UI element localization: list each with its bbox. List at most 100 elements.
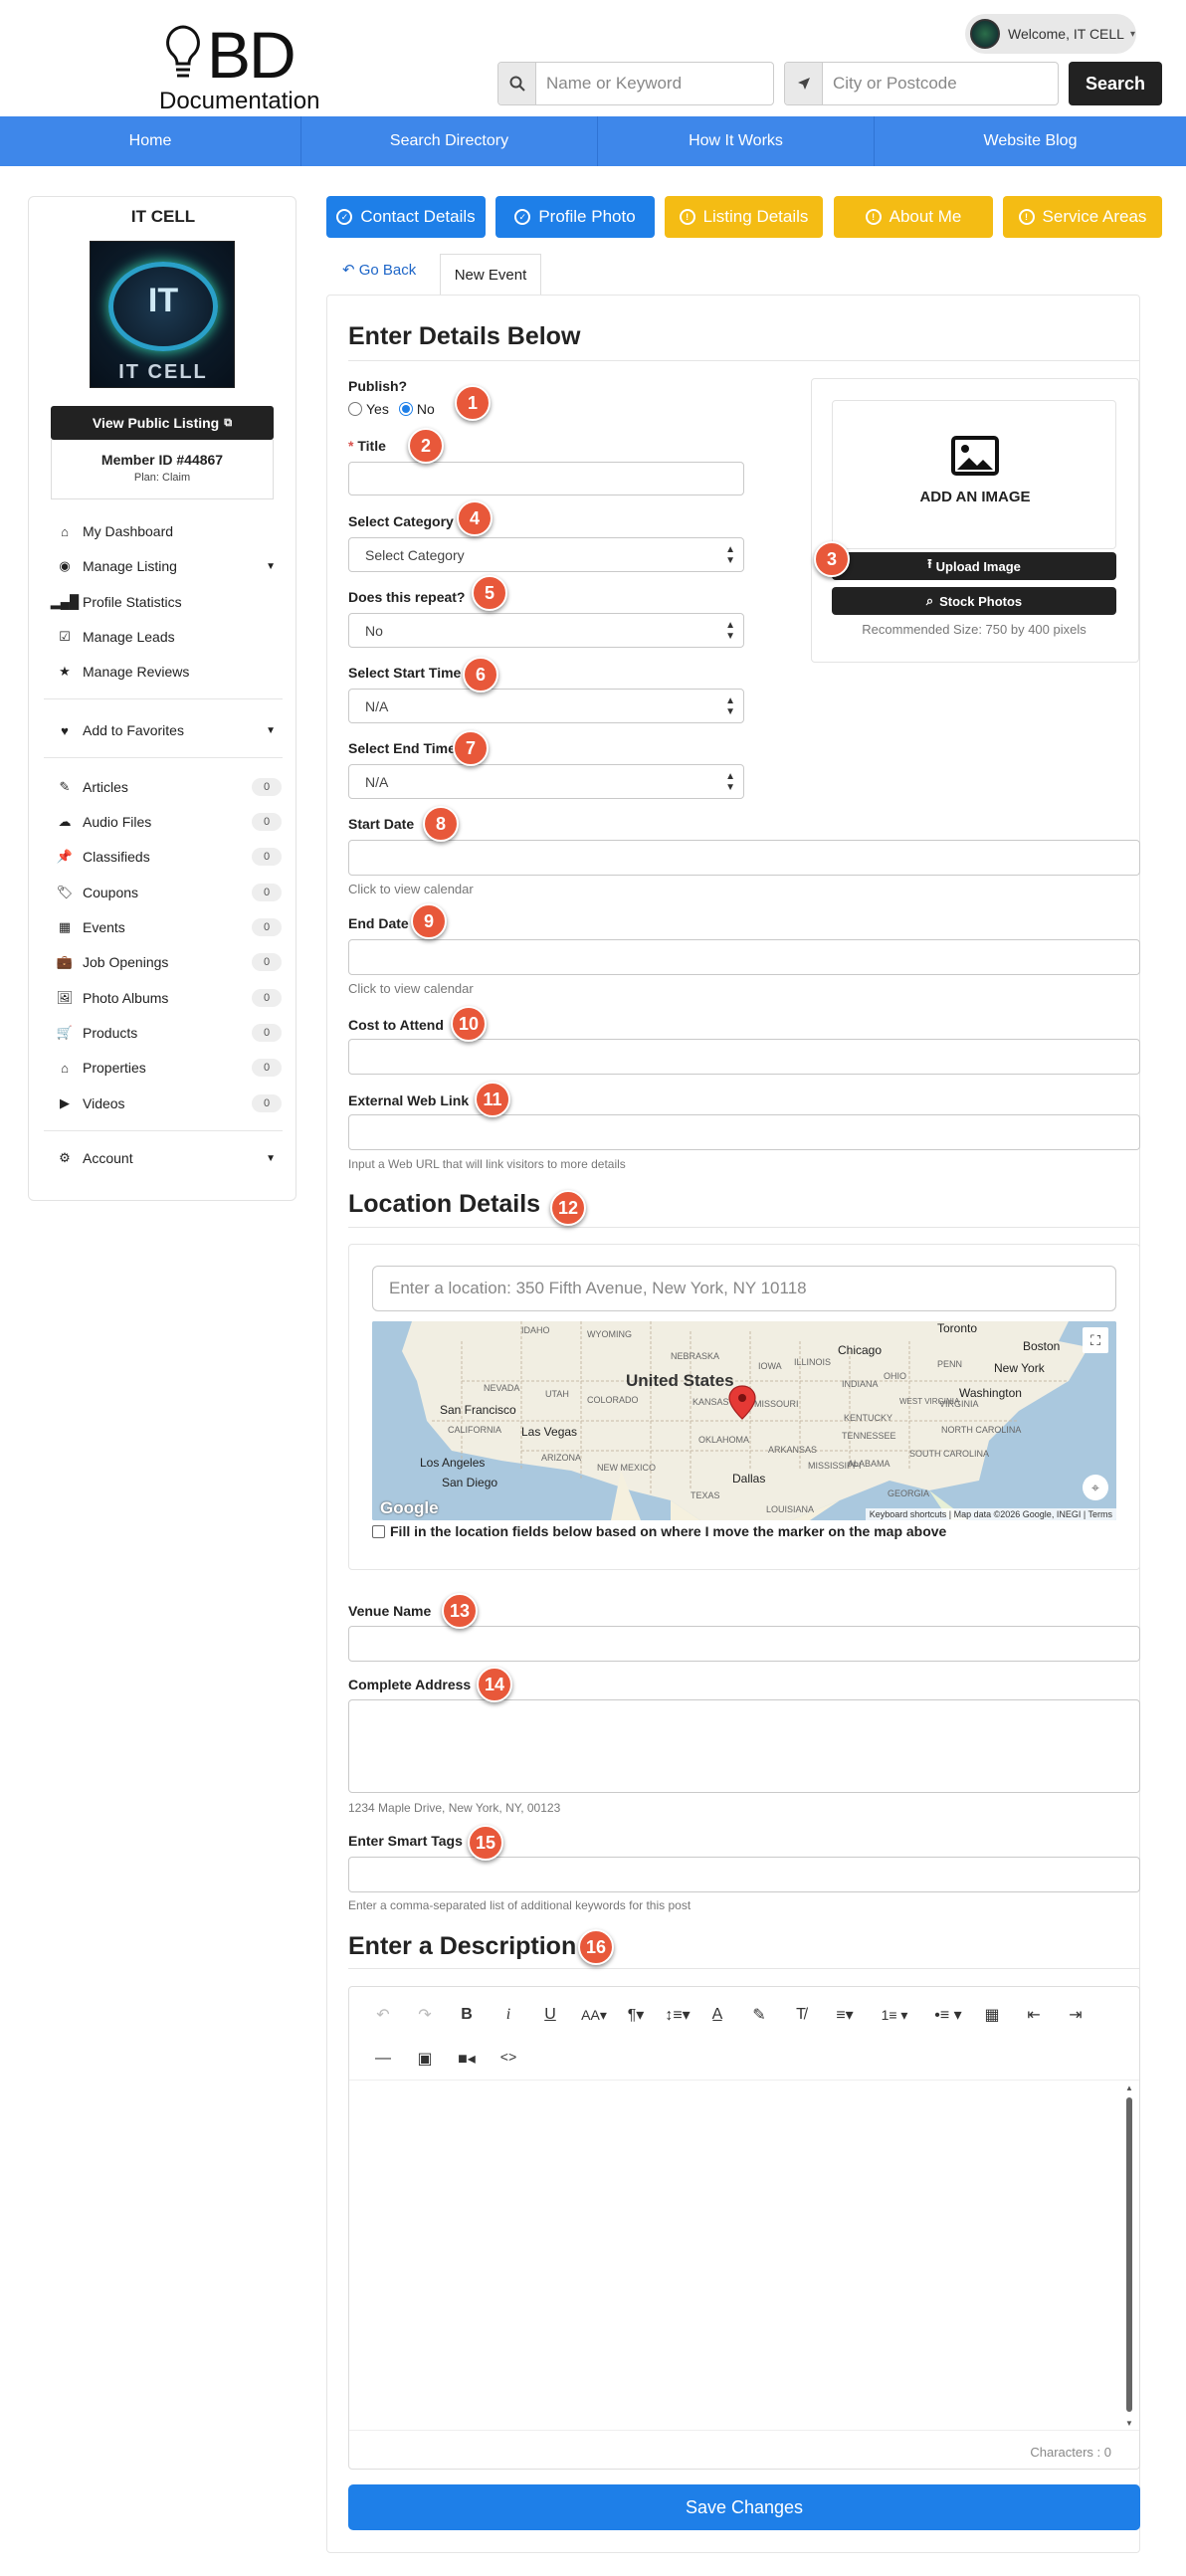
nav-how-it-works[interactable]: How It Works xyxy=(598,116,875,166)
add-image-label: ADD AN IMAGE xyxy=(919,489,1031,505)
menu-manage-leads[interactable]: ☑ Manage Leads xyxy=(57,625,282,649)
post-events[interactable]: ▦ Events 0 xyxy=(57,915,282,939)
tab-service-areas[interactable]: ! Service Areas xyxy=(1003,196,1162,238)
clear-format-icon[interactable]: T̸ xyxy=(787,2001,815,2029)
user-circle-icon: ◉ xyxy=(59,558,71,573)
go-back-link[interactable]: ↶ Go Back xyxy=(342,261,416,279)
menu-my-dashboard[interactable]: ⌂ My Dashboard xyxy=(57,519,282,543)
insert-video-icon[interactable]: ■◂ xyxy=(453,2045,481,2073)
publish-yes-radio[interactable] xyxy=(348,402,362,416)
location-autocomplete-input[interactable]: Enter a location: 350 Fifth Avenue, New … xyxy=(372,1266,1116,1311)
tab-about-me[interactable]: ! About Me xyxy=(834,196,993,238)
search-button[interactable]: Search xyxy=(1069,62,1162,105)
end-date-input[interactable] xyxy=(348,939,1140,975)
publish-no-radio[interactable] xyxy=(398,402,413,416)
go-back-label: Go Back xyxy=(358,262,417,279)
view-public-listing-button[interactable]: View Public Listing ⧉ xyxy=(51,406,274,440)
category-select[interactable]: Select Category ▲ ▼ xyxy=(348,537,744,572)
indent-icon[interactable]: ⇥ xyxy=(1062,2001,1089,2029)
tags-input[interactable] xyxy=(348,1857,1140,1892)
post-classifieds[interactable]: 📌 Classifieds 0 xyxy=(57,845,282,869)
add-image-box[interactable]: ADD AN IMAGE xyxy=(832,400,1116,549)
google-logo: Google xyxy=(380,1498,439,1517)
fullscreen-icon[interactable]: ⛶ xyxy=(1083,1327,1108,1353)
site-logo[interactable]: BD Documentation xyxy=(157,22,326,114)
post-properties[interactable]: ⌂ Properties 0 xyxy=(57,1056,282,1080)
my-location-icon[interactable]: ⌖ xyxy=(1083,1475,1108,1500)
video-icon: ▶ xyxy=(60,1095,70,1110)
location-input[interactable]: City or Postcode xyxy=(823,74,957,94)
nav-website-blog[interactable]: Website Blog xyxy=(875,116,1186,166)
code-view-icon[interactable]: <> xyxy=(494,2045,522,2073)
menu-manage-listing[interactable]: ◉ Manage Listing ▼ xyxy=(57,554,282,578)
map-checkbox-row[interactable]: Fill in the location fields below based … xyxy=(372,1523,946,1539)
title-input[interactable] xyxy=(348,462,744,495)
font-size-icon[interactable]: AA▾ xyxy=(576,2001,612,2029)
upload-image-button[interactable]: ⭱ Upload Image xyxy=(832,552,1116,580)
reply-arrow-icon: ↶ xyxy=(342,262,359,279)
post-products[interactable]: 🛒 Products 0 xyxy=(57,1021,282,1045)
menu-add-to-favorites[interactable]: ♥ Add to Favorites ▼ xyxy=(57,718,282,742)
post-audio-files[interactable]: ☁ Audio Files 0 xyxy=(57,810,282,834)
tab-contact-details[interactable]: ✓ Contact Details xyxy=(326,196,486,238)
tab-label: Profile Photo xyxy=(538,207,636,226)
tab-profile-photo[interactable]: ✓ Profile Photo xyxy=(495,196,655,238)
post-job-openings[interactable]: 💼 Job Openings 0 xyxy=(57,950,282,974)
address-textarea[interactable] xyxy=(348,1699,1140,1793)
post-coupons[interactable]: 🏷 Coupons 0 xyxy=(57,881,282,904)
welcome-menu[interactable]: Welcome, IT CELL ▾ xyxy=(965,14,1136,54)
insert-image-icon[interactable]: ▣ xyxy=(411,2045,439,2073)
editor-content-area[interactable] xyxy=(349,2081,1139,2430)
repeat-label: Does this repeat? xyxy=(348,589,466,605)
tab-new-event[interactable]: New Event xyxy=(440,254,541,296)
tag-icon: 🏷 xyxy=(56,885,74,899)
horizontal-rule-icon[interactable]: — xyxy=(369,2045,397,2073)
post-articles[interactable]: ✎ Articles 0 xyxy=(57,775,282,799)
line-height-icon[interactable]: ↕≡▾ xyxy=(660,2001,695,2029)
tab-label: Contact Details xyxy=(360,207,476,226)
italic-icon[interactable]: i xyxy=(494,2001,522,2029)
stock-photos-button[interactable]: ⌕ Stock Photos xyxy=(832,587,1116,615)
nav-home[interactable]: Home xyxy=(0,116,301,166)
nav-search-directory[interactable]: Search Directory xyxy=(301,116,598,166)
keyword-search[interactable]: Name or Keyword xyxy=(497,62,774,105)
map[interactable]: United States Chicago New York Boston Wa… xyxy=(372,1321,1116,1520)
underline-icon[interactable]: U xyxy=(536,2001,564,2029)
end-time-select[interactable]: N/A ▲ ▼ xyxy=(348,764,744,799)
highlighter-icon[interactable]: ✎ xyxy=(745,2001,773,2029)
briefcase-icon: 💼 xyxy=(56,954,74,969)
web-link-input[interactable] xyxy=(348,1114,1140,1150)
caret-down-icon: ▼ xyxy=(266,724,276,736)
menu-account[interactable]: ⚙ Account ▼ xyxy=(57,1146,282,1170)
map-label-missouri: MISSOURI xyxy=(754,1399,799,1409)
start-time-select[interactable]: N/A ▲ ▼ xyxy=(348,689,744,723)
paragraph-icon[interactable]: ¶▾ xyxy=(620,2001,652,2029)
post-videos[interactable]: ▶ Videos 0 xyxy=(57,1091,282,1115)
redo-icon[interactable]: ↷ xyxy=(411,2001,439,2029)
menu-manage-reviews[interactable]: ★ Manage Reviews xyxy=(57,660,282,684)
align-icon[interactable]: ≡▾ xyxy=(827,2001,863,2029)
outdent-icon[interactable]: ⇤ xyxy=(1020,2001,1048,2029)
map-attribution[interactable]: Keyboard shortcuts | Map data ©2026 Goog… xyxy=(865,1508,1116,1520)
keyword-input[interactable]: Name or Keyword xyxy=(536,74,682,94)
ordered-list-icon[interactable]: 1≡ ▾ xyxy=(873,2001,916,2029)
menu-profile-statistics[interactable]: ▂▄█ Profile Statistics xyxy=(51,590,282,614)
undo-icon[interactable]: ↶ xyxy=(369,2001,397,2029)
venue-input[interactable] xyxy=(348,1626,1140,1662)
tab-listing-details[interactable]: ! Listing Details xyxy=(665,196,823,238)
cost-input[interactable] xyxy=(348,1039,1140,1075)
table-icon[interactable]: ▦ xyxy=(978,2001,1006,2029)
map-checkbox[interactable] xyxy=(372,1524,385,1538)
editor-scrollbar[interactable]: ▲ ▼ xyxy=(1124,2083,1134,2428)
save-changes-button[interactable]: Save Changes xyxy=(348,2484,1140,2530)
repeat-select[interactable]: No ▲ ▼ xyxy=(348,613,744,648)
location-search[interactable]: City or Postcode xyxy=(784,62,1059,105)
text-color-icon[interactable]: A̲ xyxy=(703,2001,731,2029)
post-photo-albums[interactable]: 🖼 Photo Albums 0 xyxy=(57,986,282,1010)
start-date-input[interactable] xyxy=(348,840,1140,876)
bold-icon[interactable]: B xyxy=(453,2001,481,2029)
chevron-down-icon: ▾ xyxy=(1129,28,1136,40)
unordered-list-icon[interactable]: •≡ ▾ xyxy=(926,2001,970,2029)
map-label-san-francisco: San Francisco xyxy=(440,1403,516,1417)
map-label-dallas: Dallas xyxy=(732,1472,766,1486)
